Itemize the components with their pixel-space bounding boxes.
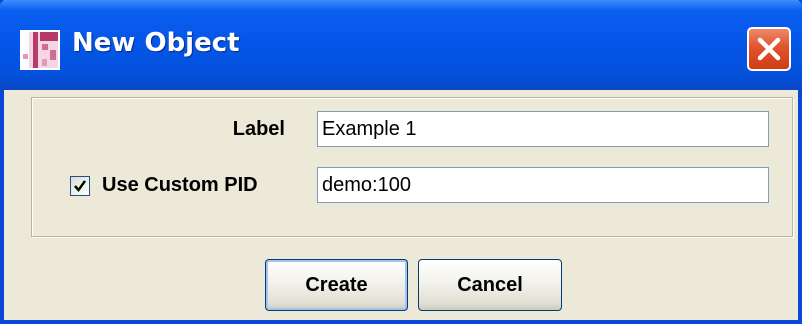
checkmark-icon [74,180,87,193]
window-title: New Object [72,28,240,58]
create-button[interactable]: Create [265,259,408,311]
cancel-button[interactable]: Cancel [418,259,562,311]
label-field-label: Label [232,118,285,140]
use-custom-pid-checkbox[interactable] [70,176,90,196]
new-object-dialog: New Object Label Use Custom PID Create C… [0,0,802,324]
close-icon [757,37,781,61]
app-icon [20,30,60,70]
title-bar[interactable]: New Object [0,0,802,90]
close-button[interactable] [747,27,791,71]
label-input[interactable] [317,111,769,147]
use-custom-pid-label[interactable]: Use Custom PID [102,174,258,197]
custom-pid-input[interactable] [317,167,769,203]
